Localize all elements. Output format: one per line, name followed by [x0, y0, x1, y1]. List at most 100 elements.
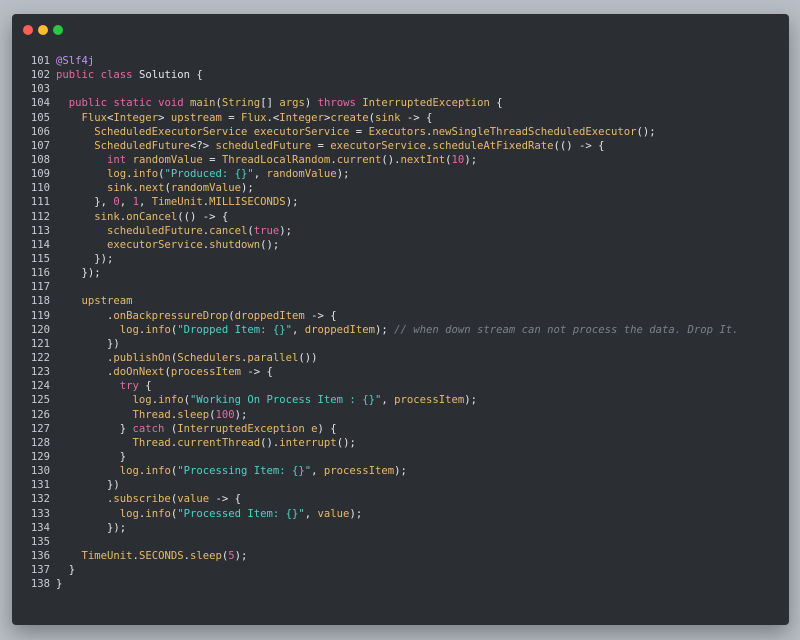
code-token: ); [234, 549, 248, 562]
line-number: 121 [30, 337, 50, 350]
code-token: }); [56, 521, 127, 534]
code-line: 109 log.info("Produced: {}", randomValue… [12, 167, 789, 181]
code-token: . [56, 309, 114, 322]
code-token: static [113, 97, 152, 110]
code-token: processItem [394, 394, 465, 407]
code-token: droppedItem [234, 309, 305, 322]
line-number: 122 [30, 351, 50, 364]
code-token: sink [94, 210, 120, 223]
code-editor[interactable]: 101 @Slf4j 102 public class Solution {103 10… [12, 54, 789, 591]
code-token: onBackpressureDrop [113, 309, 229, 322]
code-token: , [304, 507, 318, 520]
line-number: 115 [30, 252, 50, 265]
code-text: try { [56, 380, 152, 392]
code-token: = [311, 139, 331, 152]
code-token: Flux [81, 111, 108, 124]
code-text: Thread.sleep(100); [56, 409, 248, 421]
line-number: 111 [30, 196, 50, 209]
code-token: "Produced: {}" [164, 168, 254, 181]
code-token: -> { [304, 309, 337, 322]
minimize-button[interactable] [38, 25, 48, 35]
code-line: 120 log.info("Dropped Item: {}", dropped… [12, 323, 789, 337]
code-line: 138} [12, 577, 789, 591]
code-token: publishOn [113, 351, 171, 364]
code-token: info [132, 168, 159, 181]
code-token: log [107, 168, 127, 181]
code-text: }); [56, 267, 101, 279]
code-line: 132 .subscribe(value -> { [12, 492, 789, 506]
line-number: 127 [30, 422, 50, 435]
code-line: 130 log.info("Processing Item: {}", proc… [12, 464, 789, 478]
code-line: 114 executorService.shutdown(); [12, 238, 789, 252]
code-token: -> { [400, 111, 433, 124]
line-number: 135 [30, 535, 50, 548]
code-token: int [107, 153, 127, 166]
line-number: 107 [30, 139, 50, 152]
code-token: ); [279, 224, 293, 237]
code-token: MILLISECONDS [209, 196, 286, 209]
line-number: 133 [30, 507, 50, 520]
code-token: ); [394, 465, 407, 478]
code-token: Integer [279, 111, 324, 124]
code-token: info [145, 507, 171, 520]
code-token: info [158, 394, 184, 407]
code-token: processItem [323, 465, 395, 478]
code-line: 112 sink.onCancel(() -> { [12, 210, 789, 224]
line-number: 131 [30, 479, 50, 492]
code-token: InterruptedException [177, 422, 305, 435]
code-text: @Slf4j [56, 55, 94, 67]
line-number: 129 [30, 450, 50, 463]
code-token: ThreadLocalRandom [221, 153, 331, 166]
line-number: 117 [30, 281, 50, 294]
code-line: 131 }) [12, 478, 789, 492]
line-number: 132 [30, 493, 50, 506]
close-button[interactable] [23, 25, 33, 35]
code-token: } [56, 450, 127, 463]
code-token: try [119, 380, 139, 393]
code-token: . [56, 493, 114, 506]
code-text: public class Solution { [56, 69, 203, 81]
line-number: 130 [30, 465, 50, 478]
code-token: [] [260, 97, 280, 110]
title-bar [12, 14, 789, 46]
code-text: ScheduledExecutorService executorService… [56, 126, 655, 138]
code-token: } [56, 578, 63, 591]
code-token: }); [56, 252, 114, 265]
line-number: 104 [30, 97, 50, 110]
code-token: Integer [113, 111, 159, 124]
code-text: .publishOn(Schedulers.parallel()) [56, 352, 318, 364]
code-text: sink.onCancel(() -> { [56, 211, 228, 223]
code-token: -> { [209, 493, 241, 506]
code-token: ) { [317, 422, 337, 435]
maximize-button[interactable] [53, 25, 63, 35]
code-line: 136 TimeUnit.SECONDS.sleep(5); [12, 549, 789, 563]
line-number: 103 [30, 83, 50, 96]
code-text: log.info("Processing Item: {}", processI… [56, 465, 407, 477]
code-token: public [68, 97, 108, 110]
code-token: droppedItem [304, 323, 375, 336]
line-number: 108 [30, 153, 50, 166]
code-window: 101 @Slf4j 102 public class Solution {103 10… [12, 14, 789, 625]
code-text: Thread.currentThread().interrupt(); [56, 437, 356, 449]
code-token: . [56, 366, 114, 379]
code-token: "Dropped Item: {}" [177, 323, 293, 336]
code-token: upstream [170, 111, 222, 124]
code-token: args [279, 97, 305, 110]
code-text: Flux<Integer> upstream = Flux.<Integer>c… [56, 111, 433, 124]
code-token: log [119, 465, 139, 478]
code-token: (() -> { [553, 139, 605, 152]
code-token: randomValue [170, 182, 242, 195]
code-line: 135 [12, 535, 789, 549]
code-text: upstream [56, 295, 133, 307]
code-token: ); [464, 153, 478, 166]
code-line: 117 [12, 280, 789, 294]
code-line: 128 Thread.currentThread().interrupt(); [12, 436, 789, 450]
